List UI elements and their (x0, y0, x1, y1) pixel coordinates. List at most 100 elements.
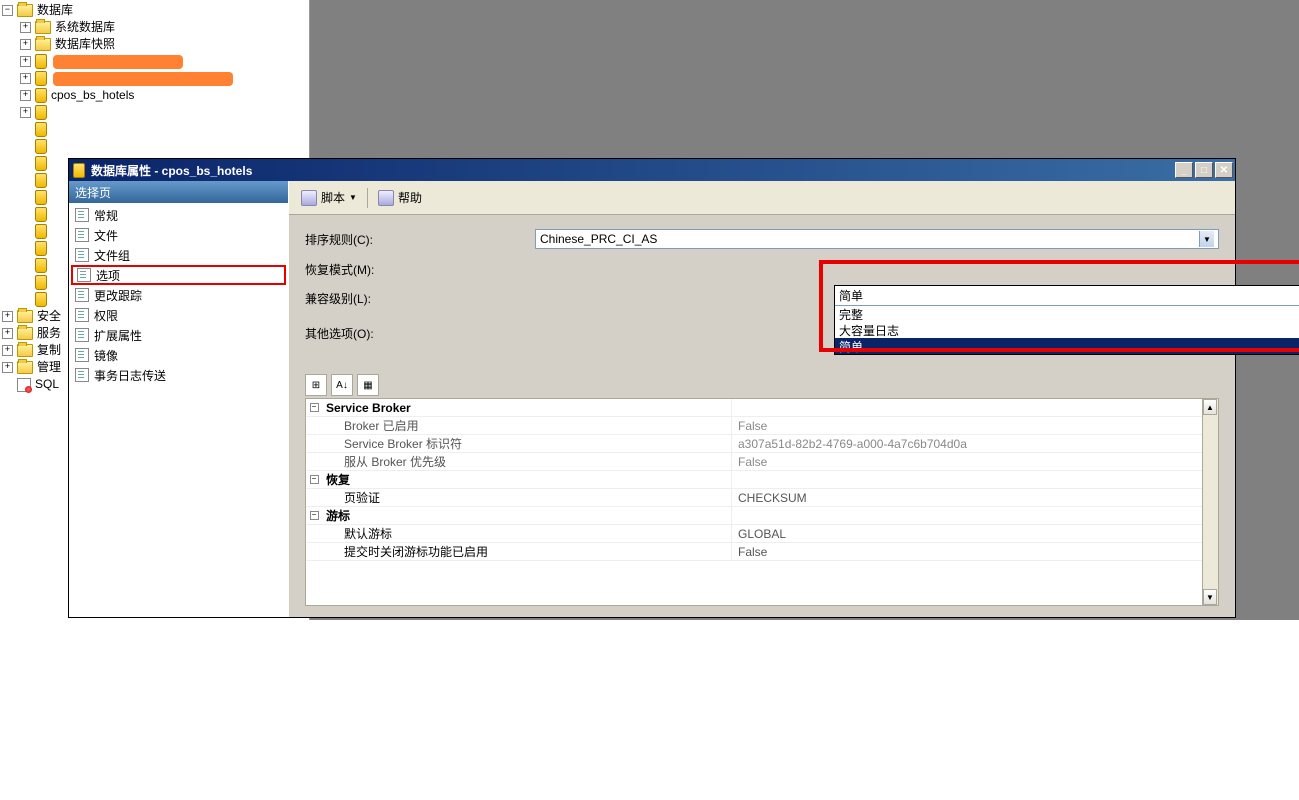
database-icon (35, 224, 47, 239)
database-icon (35, 258, 47, 273)
select-value: Chinese_PRC_CI_AS (540, 232, 657, 246)
sidebar-item-label: 事务日志传送 (94, 367, 166, 384)
property-name: 页验证 (322, 489, 732, 506)
expander-icon[interactable]: + (20, 22, 31, 33)
collation-row: 排序规则(C): Chinese_PRC_CI_AS ▼ (305, 229, 1219, 249)
expander-icon[interactable]: + (20, 107, 31, 118)
recovery-mode-dropdown[interactable]: 简单 ▼ 完整 大容量日志 简单 (834, 285, 1299, 355)
folder-icon (17, 4, 33, 17)
category-row[interactable]: − 恢复 (306, 471, 1218, 489)
sidebar-item-label: 常规 (94, 207, 118, 224)
tree-node-db[interactable]: + (2, 104, 307, 121)
page-icon (75, 228, 89, 242)
script-button[interactable]: 脚本▼ (297, 187, 361, 208)
sidebar-item-options[interactable]: 选项 (71, 265, 286, 285)
sidebar-item-label: 选项 (96, 267, 120, 284)
category-row[interactable]: − 游标 (306, 507, 1218, 525)
tree-node-db-redacted[interactable]: + (2, 70, 307, 87)
page-icon (77, 268, 91, 282)
database-icon (35, 139, 47, 154)
minimize-button[interactable]: _ (1175, 162, 1193, 178)
property-row[interactable]: 页验证 CHECKSUM (306, 489, 1218, 507)
collapse-icon[interactable]: − (310, 475, 319, 484)
spacer (20, 226, 31, 237)
folder-icon (17, 310, 33, 323)
sidebar-item-general[interactable]: 常规 (71, 205, 286, 225)
database-icon (35, 275, 47, 290)
property-row[interactable]: Broker 已启用 False (306, 417, 1218, 435)
property-grid[interactable]: − Service Broker Broker 已启用 False Servic… (305, 398, 1219, 606)
button-label: 帮助 (398, 189, 422, 206)
expander-icon[interactable]: + (2, 345, 13, 356)
property-value: GLOBAL (732, 525, 1218, 542)
expander-icon[interactable]: + (20, 56, 31, 67)
dialog-titlebar[interactable]: 数据库属性 - cpos_bs_hotels _ □ ✕ (69, 159, 1235, 181)
tree-node-db[interactable] (2, 138, 307, 155)
compat-label: 兼容级别(L): (305, 290, 535, 307)
dropdown-current[interactable]: 简单 ▼ (835, 286, 1299, 306)
collapse-icon[interactable]: − (310, 511, 319, 520)
sidebar-item-permissions[interactable]: 权限 (71, 305, 286, 325)
property-row[interactable]: Service Broker 标识符 a307a51d-82b2-4769-a0… (306, 435, 1218, 453)
sidebar-item-filegroups[interactable]: 文件组 (71, 245, 286, 265)
tree-node-db-redacted[interactable]: + (2, 53, 307, 70)
tree-label: 数据库 (37, 2, 73, 19)
property-value: False (732, 453, 1218, 470)
sidebar-item-extended[interactable]: 扩展属性 (71, 325, 286, 345)
expander-icon[interactable]: + (20, 73, 31, 84)
property-row[interactable]: 提交时关闭游标功能已启用 False (306, 543, 1218, 561)
sidebar-item-mirroring[interactable]: 镜像 (71, 345, 286, 365)
expander-icon[interactable]: − (2, 5, 13, 16)
tree-label: 系统数据库 (55, 19, 115, 36)
recovery-label: 恢复模式(M): (305, 261, 535, 278)
tree-node-db[interactable] (2, 121, 307, 138)
database-icon (35, 105, 47, 120)
spacer (2, 379, 13, 390)
categorized-button[interactable]: ⊞ (305, 374, 327, 396)
folder-icon (17, 361, 33, 374)
help-icon (378, 190, 394, 206)
grid-button[interactable]: ▦ (357, 374, 379, 396)
database-icon (35, 173, 47, 188)
expander-icon[interactable]: + (2, 328, 13, 339)
tree-node-cpos[interactable]: + cpos_bs_hotels (2, 87, 307, 104)
sidebar-item-label: 权限 (94, 307, 118, 324)
database-icon (35, 88, 47, 103)
tree-node-system-db[interactable]: + 系统数据库 (2, 19, 307, 36)
expander-icon[interactable]: + (2, 311, 13, 322)
database-icon (35, 207, 47, 222)
dropdown-option-simple[interactable]: 简单 (835, 338, 1299, 354)
spacer (20, 277, 31, 288)
tree-label: 安全 (37, 308, 61, 325)
sidebar-item-files[interactable]: 文件 (71, 225, 286, 245)
property-row[interactable]: 默认游标 GLOBAL (306, 525, 1218, 543)
property-name: Service Broker 标识符 (322, 435, 732, 452)
dropdown-option-full[interactable]: 完整 (835, 306, 1299, 322)
page-selector-sidebar: 选择页 常规 文件 文件组 选项 更改跟踪 权限 扩展属性 镜像 事务日志传送 (69, 181, 289, 617)
collation-select[interactable]: Chinese_PRC_CI_AS ▼ (535, 229, 1219, 249)
expander-icon[interactable]: + (20, 90, 31, 101)
dropdown-option-bulk[interactable]: 大容量日志 (835, 322, 1299, 338)
database-icon (35, 292, 47, 307)
tree-label: SQL (35, 376, 59, 393)
tree-node-databases[interactable]: − 数据库 (2, 2, 307, 19)
expander-icon[interactable]: + (20, 39, 31, 50)
sidebar-item-change-tracking[interactable]: 更改跟踪 (71, 285, 286, 305)
expander-icon[interactable]: + (2, 362, 13, 373)
scroll-down-button[interactable]: ▼ (1203, 589, 1217, 605)
close-button[interactable]: ✕ (1215, 162, 1233, 178)
collapse-icon[interactable]: − (310, 403, 319, 412)
database-icon (35, 190, 47, 205)
sidebar-item-log-shipping[interactable]: 事务日志传送 (71, 365, 286, 385)
alphabetical-button[interactable]: A↓ (331, 374, 353, 396)
scroll-up-button[interactable]: ▲ (1203, 399, 1217, 415)
spacer (20, 192, 31, 203)
button-label: 脚本 (321, 189, 345, 206)
category-row[interactable]: − Service Broker (306, 399, 1218, 417)
property-row[interactable]: 服从 Broker 优先级 False (306, 453, 1218, 471)
maximize-button[interactable]: □ (1195, 162, 1213, 178)
scrollbar[interactable]: ▲ ▼ (1202, 399, 1218, 605)
tree-node-snapshot[interactable]: + 数据库快照 (2, 36, 307, 53)
main-panel: 脚本▼ 帮助 排序规则(C): Chinese_PRC_CI_AS ▼ 恢复模式… (289, 181, 1235, 617)
help-button[interactable]: 帮助 (374, 187, 426, 208)
